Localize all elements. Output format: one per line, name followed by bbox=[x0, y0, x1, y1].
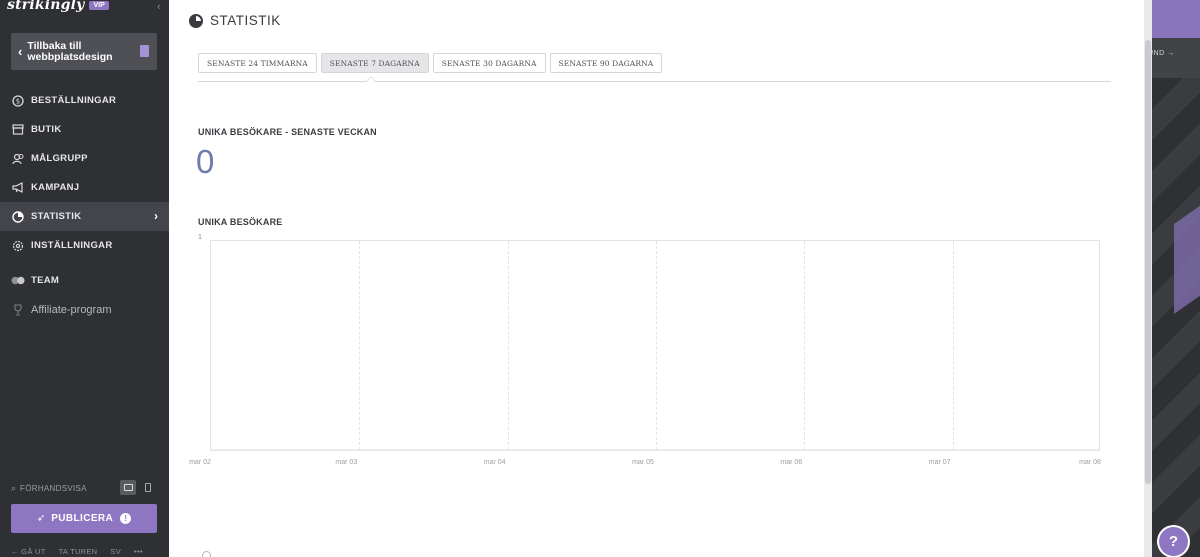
main-content: STATISTIK SENASTE 24 TIMMARNA SENASTE 7 … bbox=[169, 0, 1144, 557]
preview-nav-bar: UND → bbox=[1148, 38, 1200, 78]
gear-icon bbox=[11, 239, 25, 253]
take-tour-link[interactable]: TA TUREN bbox=[59, 547, 98, 556]
x-tick-label: mar 05 bbox=[632, 459, 654, 466]
sidebar-item-label: KAMPANJ bbox=[31, 182, 80, 193]
sidebar-item-orders[interactable]: $ BESTÄLLNINGAR bbox=[0, 86, 169, 115]
globe-icon bbox=[202, 551, 211, 557]
desktop-preview-button[interactable] bbox=[120, 480, 136, 495]
sidebar-item-campaign[interactable]: KAMPANJ bbox=[0, 173, 169, 202]
series-line-layer bbox=[211, 449, 1099, 451]
sidebar-nav: $ BESTÄLLNINGAR BUTIK MÅLGRUPP KAMPANJ S… bbox=[0, 86, 169, 324]
back-button-label: Tillbaka till webbplatsdesign bbox=[27, 39, 113, 63]
period-tabs: SENASTE 24 TIMMARNA SENASTE 7 DAGARNA SE… bbox=[198, 53, 663, 73]
sidebar-item-settings[interactable]: INSTÄLLNINGAR bbox=[0, 231, 169, 260]
logout-link[interactable]: ← GÅ UT bbox=[11, 547, 46, 556]
preview-nav-text: UND → bbox=[1148, 50, 1175, 57]
sidebar-item-statistics[interactable]: STATISTIK › bbox=[0, 202, 169, 231]
chevron-left-icon[interactable]: ‹ bbox=[157, 1, 161, 13]
rocket-icon: ➶ bbox=[36, 513, 46, 524]
dollar-circle-icon: $ bbox=[11, 94, 25, 108]
sidebar-item-label: Affiliate-program bbox=[31, 303, 112, 316]
sidebar-item-shop[interactable]: BUTIK bbox=[0, 115, 169, 144]
team-icon bbox=[11, 274, 25, 288]
publish-button[interactable]: ➶ PUBLICERA ! bbox=[11, 504, 157, 533]
sidebar-item-team[interactable]: TEAM bbox=[0, 266, 169, 295]
preview-header-block bbox=[1152, 0, 1200, 38]
language-selector[interactable]: SV bbox=[110, 547, 121, 556]
x-tick-label: mar 02 bbox=[189, 459, 211, 466]
sidebar-item-label: TEAM bbox=[31, 275, 60, 286]
x-tick-label: mar 04 bbox=[483, 459, 506, 466]
logo-text: strikingly bbox=[7, 0, 85, 13]
phone-icon bbox=[145, 483, 151, 492]
y-tick-label: 1 bbox=[198, 234, 202, 241]
active-tab-indicator bbox=[366, 76, 376, 82]
app-root: strikingly VIP ‹ ‹ Tillbaka till webbpla… bbox=[0, 0, 1200, 557]
tab-last-30-days[interactable]: SENASTE 30 DAGARNA bbox=[432, 53, 546, 73]
site-preview-strip: UND → bbox=[1144, 0, 1200, 557]
shop-icon bbox=[11, 123, 25, 137]
pie-chart-icon bbox=[189, 13, 203, 28]
tab-last-90-days[interactable]: SENASTE 90 DAGARNA bbox=[549, 53, 663, 73]
pie-chart-icon bbox=[11, 210, 25, 224]
sidebar-item-label: MÅLGRUPP bbox=[31, 153, 88, 164]
chart-plot-area bbox=[210, 240, 1100, 451]
scrollbar[interactable] bbox=[1144, 0, 1152, 557]
x-tick-label: mar 06 bbox=[780, 459, 803, 466]
document-icon bbox=[140, 45, 149, 57]
preview-label[interactable]: FÖRHANDSVISA bbox=[20, 484, 87, 493]
megaphone-icon bbox=[11, 181, 25, 195]
monitor-icon bbox=[123, 484, 133, 491]
sidebar-item-affiliate[interactable]: Affiliate-program bbox=[0, 295, 169, 324]
search-icon: ⌕ bbox=[11, 482, 17, 493]
chevron-left-icon: ‹ bbox=[18, 44, 23, 59]
page-title: STATISTIK bbox=[210, 13, 281, 28]
page-header: STATISTIK bbox=[189, 13, 281, 28]
more-options-icon[interactable]: ••• bbox=[134, 547, 143, 556]
logo[interactable]: strikingly VIP bbox=[7, 0, 109, 14]
unique-week-label: UNIKA BESÖKARE - SENASTE VECKAN bbox=[198, 127, 377, 137]
publish-label: PUBLICERA bbox=[51, 513, 114, 524]
x-tick-label: mar 08 bbox=[1079, 459, 1101, 466]
back-to-site-design-button[interactable]: ‹ Tillbaka till webbplatsdesign bbox=[11, 33, 157, 70]
unique-visitors-label: UNIKA BESÖKARE bbox=[198, 217, 283, 227]
unique-visitors-chart: 1 mar 02 mar 03 mar 04 mar 05 mar 06 mar 07 mar… bbox=[189, 232, 1118, 472]
warning-icon: ! bbox=[120, 513, 132, 524]
sidebar-item-label: INSTÄLLNINGAR bbox=[31, 240, 113, 251]
tabs-divider bbox=[198, 81, 1111, 82]
sidebar-footer: ← GÅ UT TA TUREN SV ••• bbox=[11, 547, 161, 556]
chevron-right-icon: › bbox=[154, 209, 158, 223]
unique-week-value: 0 bbox=[196, 143, 215, 180]
sidebar-item-label: STATISTIK bbox=[31, 211, 82, 222]
trophy-icon bbox=[11, 303, 25, 317]
preview-row: ⌕ FÖRHANDSVISA bbox=[11, 480, 157, 496]
tab-last-7-days[interactable]: SENASTE 7 DAGARNA bbox=[320, 53, 429, 73]
help-button[interactable]: ? bbox=[1159, 527, 1188, 556]
sidebar-item-label: BUTIK bbox=[31, 124, 62, 135]
x-tick-label: mar 07 bbox=[928, 459, 951, 466]
tab-last-24-hours[interactable]: SENASTE 24 TIMMARNA bbox=[198, 53, 317, 73]
x-tick-label: mar 03 bbox=[335, 459, 358, 466]
people-icon bbox=[11, 152, 25, 166]
scrollbar-thumb[interactable] bbox=[1145, 40, 1151, 484]
sidebar-item-label: BESTÄLLNINGAR bbox=[31, 95, 117, 106]
sidebar: strikingly VIP ‹ ‹ Tillbaka till webbpla… bbox=[0, 0, 169, 557]
vip-badge: VIP bbox=[89, 0, 109, 10]
sidebar-item-audience[interactable]: MÅLGRUPP bbox=[0, 144, 169, 173]
svg-text:$: $ bbox=[16, 97, 20, 105]
mobile-preview-button[interactable] bbox=[140, 480, 156, 495]
preview-background bbox=[1152, 78, 1200, 557]
